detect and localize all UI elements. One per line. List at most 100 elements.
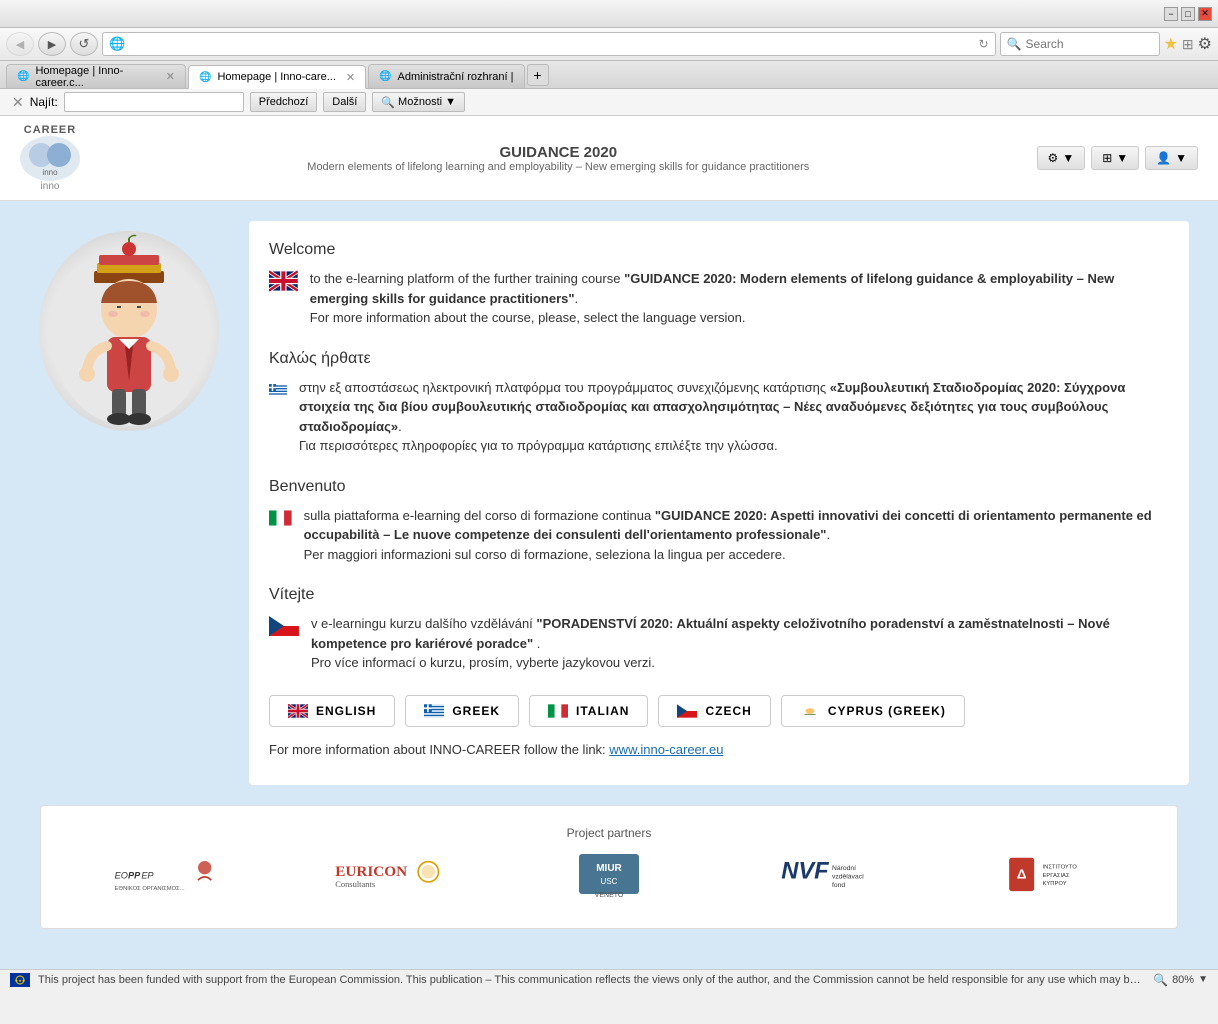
czech-text: v e-learningu kurzu dalšího vzdělávání "… bbox=[311, 614, 1169, 673]
find-options-label: Možnosti bbox=[398, 96, 442, 108]
find-close-icon[interactable]: ✕ bbox=[12, 94, 24, 111]
tab-favicon-1: 🌐 bbox=[17, 71, 29, 82]
status-text: This project has been funded with suppor… bbox=[38, 974, 1145, 986]
nav-toolbar: ◀ ▶ ↺ 🌐 http://www.inno-career.com/ ↻ 🔍 … bbox=[0, 28, 1218, 61]
svg-text:vzdělávací: vzdělávací bbox=[832, 873, 864, 880]
footer-logos: Project partners EO PP EP ΕΘΝΙΚΟΣ ΟΡΓΑΝΙ… bbox=[40, 805, 1178, 929]
main-content: Welcome bbox=[9, 201, 1209, 805]
tab-1[interactable]: 🌐 Homepage | Inno-career.c... ✕ bbox=[6, 64, 186, 88]
right-panel: Welcome bbox=[249, 221, 1189, 785]
logo-icon: inno bbox=[20, 136, 80, 181]
zoom-info: 🔍 80% ▼ bbox=[1153, 973, 1208, 987]
refresh-inline-icon: ↻ bbox=[979, 37, 989, 51]
site-subtitle: Modern elements of lifelong learning and… bbox=[100, 161, 1017, 173]
favorites-icon[interactable]: ★ bbox=[1164, 34, 1178, 54]
svg-text:MIUR: MIUR bbox=[596, 863, 622, 874]
eoppep-logo-content: EO PP EP ΕΘΝΙΚΟΣ ΟΡΓΑΝΙΣΜΟΣ... bbox=[113, 851, 213, 904]
tab-close-2[interactable]: ✕ bbox=[346, 71, 355, 84]
settings-chevron: ▼ bbox=[1062, 151, 1074, 165]
close-button[interactable]: ✕ bbox=[1198, 7, 1212, 21]
greek-content: στην εξ αποστάσεως ηλεκτρονική πλατφόρμα… bbox=[269, 378, 1169, 456]
miur-logo: MIUR USC VENETO bbox=[507, 848, 710, 908]
svg-text:Consultants: Consultants bbox=[335, 879, 375, 889]
forward-button[interactable]: ▶ bbox=[38, 32, 66, 56]
eu-flag-svg: ★★★ bbox=[10, 973, 30, 987]
footer-area: Project partners EO PP EP ΕΘΝΙΚΟΣ ΟΡΓΑΝΙ… bbox=[0, 805, 1218, 969]
svg-text:Národní: Národní bbox=[832, 865, 856, 872]
search-bar: 🔍 bbox=[1000, 32, 1160, 56]
greek-label: GREEK bbox=[452, 704, 500, 718]
svg-text:EO: EO bbox=[114, 871, 127, 881]
svg-text:EP: EP bbox=[141, 871, 154, 881]
welcome-section: Welcome bbox=[269, 241, 1169, 328]
inno-career-link[interactable]: www.inno-career.eu bbox=[609, 742, 723, 757]
refresh-button[interactable]: ↺ bbox=[70, 32, 98, 56]
english-button[interactable]: ENGLISH bbox=[269, 695, 395, 727]
italian-text-end: . bbox=[826, 527, 830, 542]
tab-2[interactable]: 🌐 Homepage | Inno-care... ✕ bbox=[188, 65, 366, 89]
svg-text:VENETO: VENETO bbox=[595, 892, 624, 899]
cyprus-flag-small bbox=[800, 704, 820, 718]
tab-close-1[interactable]: ✕ bbox=[166, 70, 175, 83]
italian-button[interactable]: ITALIAN bbox=[529, 695, 648, 727]
find-label: Najít: bbox=[30, 95, 58, 109]
zoom-level: 80% bbox=[1172, 974, 1194, 986]
find-input[interactable]: for more bbox=[64, 92, 244, 112]
info-text: For more information about INNO-CAREER f… bbox=[269, 742, 609, 757]
settings-button[interactable]: ⚙ ▼ bbox=[1037, 146, 1086, 170]
czech-label: CZECH bbox=[705, 704, 751, 718]
ergasias-svg: Δ ΙΝΣΤΙΤΟΥΤΟ ΕΡΓΑΣΙΑΣ ΚΥΠΡΟΥ bbox=[1005, 849, 1105, 904]
partner-logos: EO PP EP ΕΘΝΙΚΟΣ ΟΡΓΑΝΙΣΜΟΣ... bbox=[61, 848, 1157, 908]
minimize-button[interactable]: − bbox=[1164, 7, 1178, 21]
svg-text:NVF: NVF bbox=[781, 858, 829, 884]
user-button[interactable]: 👤 ▼ bbox=[1145, 146, 1198, 170]
search-input[interactable] bbox=[1026, 37, 1153, 51]
cyprus-button[interactable]: CYPRUS (GREEK) bbox=[781, 695, 965, 727]
find-bar: ✕ Najít: for more Předchozí Další 🔍 Možn… bbox=[0, 89, 1218, 116]
euricon-logo-content: EURICON Consultants bbox=[331, 851, 441, 905]
czech-button[interactable]: CZECH bbox=[658, 695, 770, 727]
svg-text:ΕΡΓΑΣΙΑΣ: ΕΡΓΑΣΙΑΣ bbox=[1043, 872, 1070, 878]
back-button[interactable]: ◀ bbox=[6, 32, 34, 56]
tabs-bar: 🌐 Homepage | Inno-career.c... ✕ 🌐 Homepa… bbox=[0, 61, 1218, 89]
ergasias-logo: Δ ΙΝΣΤΙΤΟΥΤΟ ΕΡΓΑΣΙΑΣ ΚΥΠΡΟΥ bbox=[954, 848, 1157, 908]
italian-text-normal: sulla piattaforma e-learning del corso d… bbox=[304, 508, 655, 523]
partner-label: Project partners bbox=[61, 826, 1157, 840]
nvf-svg: NVF Národní vzdělávací fond bbox=[777, 849, 887, 904]
nvf-logo-content: NVF Národní vzdělávací fond bbox=[777, 849, 887, 907]
maximize-button[interactable]: □ bbox=[1181, 7, 1195, 21]
language-buttons: ENGLISH bbox=[269, 695, 1169, 727]
czech-section: Vítejte v e-learningu kurzu dalšího vzdě… bbox=[269, 586, 1169, 673]
tab-favicon-3: 🌐 bbox=[379, 71, 391, 82]
find-options-button[interactable]: 🔍 Možnosti ▼ bbox=[372, 92, 465, 112]
eoppep-logo: EO PP EP ΕΘΝΙΚΟΣ ΟΡΓΑΝΙΣΜΟΣ... bbox=[61, 848, 264, 908]
new-tab-button[interactable]: + bbox=[527, 64, 549, 86]
czech-flag-small bbox=[677, 704, 697, 718]
italian-flag-icon bbox=[269, 506, 292, 530]
tab-label-1: Homepage | Inno-career.c... bbox=[35, 65, 155, 89]
browser-window: − □ ✕ ◀ ▶ ↺ 🌐 http://www.inno-career.com… bbox=[0, 0, 1218, 990]
nvf-logo: NVF Národní vzdělávací fond bbox=[731, 848, 934, 908]
tools-icon[interactable]: ⚙ bbox=[1198, 34, 1212, 54]
euricon-svg: EURICON Consultants bbox=[331, 851, 441, 901]
greek-button[interactable]: GREEK bbox=[405, 695, 519, 727]
welcome-text-end: . bbox=[575, 291, 579, 306]
greek-text-normal: στην εξ αποστάσεως ηλεκτρονική πλατφόρμα… bbox=[299, 380, 830, 395]
left-panel bbox=[29, 221, 229, 785]
svg-text:ΙΝΣΤΙΤΟΥΤΟ: ΙΝΣΤΙΤΟΥΤΟ bbox=[1043, 864, 1078, 870]
find-prev-button[interactable]: Předchozí bbox=[250, 92, 318, 112]
logo-area: CAREER inno inno bbox=[20, 124, 80, 192]
site-header: CAREER inno inno GUIDANCE 2020 Modern el… bbox=[0, 116, 1218, 201]
favorites-icon-2[interactable]: ⊞ bbox=[1182, 36, 1194, 53]
url-input[interactable]: http://www.inno-career.com/ bbox=[131, 37, 972, 51]
greek-section: Καλώς ήρθατε bbox=[269, 350, 1169, 456]
uk-flag-small bbox=[288, 704, 308, 718]
find-next-button[interactable]: Další bbox=[323, 92, 366, 112]
tab-3[interactable]: 🌐 Administrační rozhraní | bbox=[368, 64, 524, 88]
greek-text2: Για περισσότερες πληροφορίες για το πρόγ… bbox=[299, 438, 778, 453]
partner-section: Project partners EO PP EP ΕΘΝΙΚΟΣ ΟΡΓΑΝΙ… bbox=[61, 826, 1157, 908]
layout-button[interactable]: ⊞ ▼ bbox=[1091, 146, 1139, 170]
greek-text: στην εξ αποστάσεως ηλεκτρονική πλατφόρμα… bbox=[299, 378, 1169, 456]
svg-text:fond: fond bbox=[832, 882, 845, 889]
tab-label-2: Homepage | Inno-care... bbox=[217, 71, 335, 83]
